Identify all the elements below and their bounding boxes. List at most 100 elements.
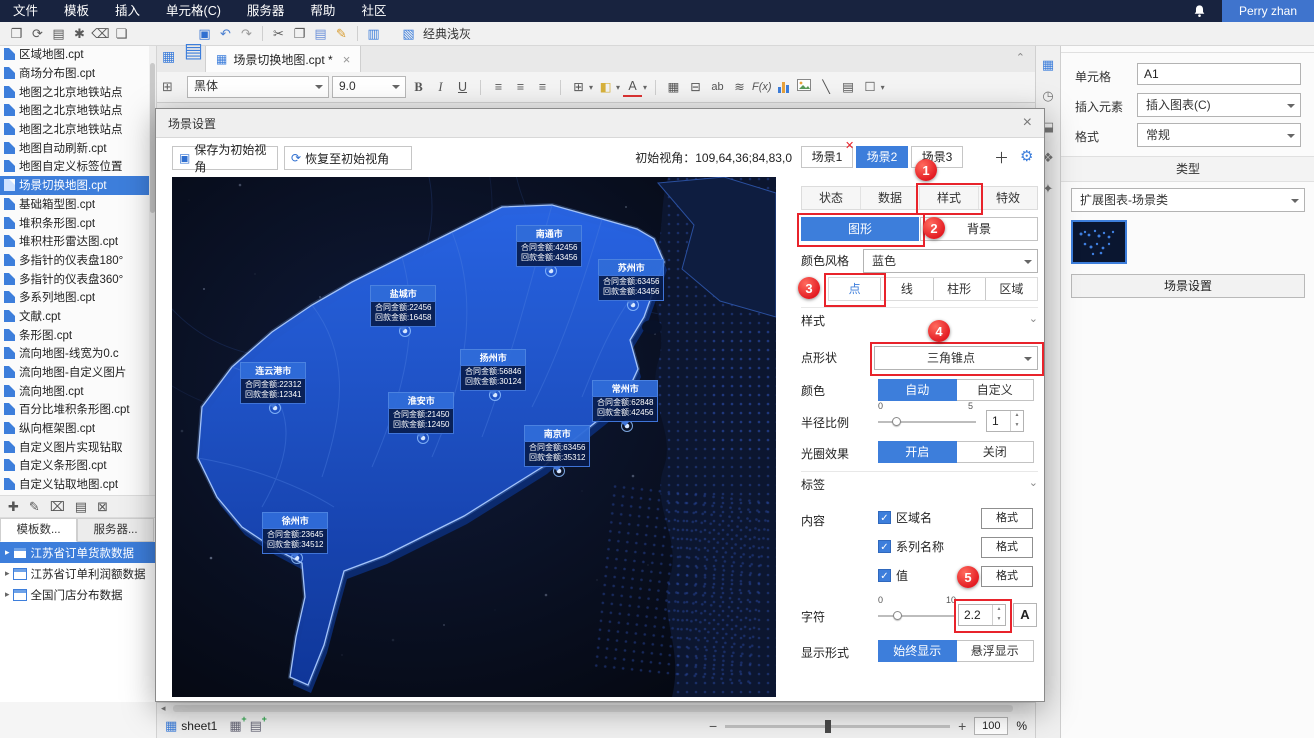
- cut-icon[interactable]: ✂: [268, 23, 289, 45]
- delete-file-icon[interactable]: ⌧: [50, 499, 65, 515]
- file-item[interactable]: 区域地图.cpt: [0, 45, 150, 64]
- map-preview-canvas[interactable]: 南通市 合同金额:42456 回款金额:43456 盐城市 合同金额:22456 回款金额…: [172, 177, 776, 697]
- file-item[interactable]: 自定义钻取地图.cpt: [0, 475, 150, 494]
- clipboard-big-icon[interactable]: ▤: [184, 38, 203, 63]
- font-settings-button[interactable]: A: [1013, 603, 1037, 627]
- font-color-icon[interactable]: A: [623, 77, 643, 97]
- file-item[interactable]: 多系列地图.cpt: [0, 288, 150, 307]
- menu-item-0[interactable]: 文件: [0, 0, 51, 22]
- menu-item-4[interactable]: 服务器: [234, 0, 298, 22]
- format-select[interactable]: 常规: [1137, 123, 1301, 147]
- menu-item-5[interactable]: 帮助: [297, 0, 348, 22]
- file-item[interactable]: 地图之北京地铁站点: [0, 120, 150, 139]
- sheet-tab[interactable]: sheet1: [181, 719, 217, 733]
- file-item[interactable]: 流向地图-自定义图片: [0, 363, 150, 382]
- tab-status[interactable]: 状态: [802, 187, 860, 209]
- cell-grid-icon[interactable]: ▦: [162, 48, 175, 65]
- caret-down-icon[interactable]: ▾: [881, 83, 885, 92]
- add-scene-button[interactable]: ＋: [994, 147, 1009, 168]
- collapse-toolbar-icon[interactable]: ⌃: [1016, 51, 1025, 64]
- grid-icon[interactable]: ⊞: [162, 79, 173, 95]
- redo-icon[interactable]: ↷: [236, 23, 257, 45]
- color-auto-button[interactable]: 自动: [878, 379, 957, 401]
- theme-selector[interactable]: ▧ 经典浅灰: [398, 23, 471, 45]
- add-file-icon[interactable]: ✚: [8, 499, 19, 515]
- caret-down-icon[interactable]: ▾: [643, 83, 647, 92]
- file-item[interactable]: 纵向框架图.cpt: [0, 419, 150, 438]
- insert-shape-icon[interactable]: ╲: [817, 75, 836, 99]
- restore-initial-view-button[interactable]: ⟳ 恢复至初始视角: [284, 146, 412, 170]
- zoom-out-button[interactable]: −: [709, 718, 717, 734]
- wrap-text-icon[interactable]: ab: [708, 75, 727, 99]
- scene-settings-button[interactable]: 场景设置: [1071, 274, 1305, 298]
- spinner-arrows-icon[interactable]: ▲ ▼: [1010, 411, 1023, 431]
- shape-column-button[interactable]: 柱形: [932, 278, 985, 300]
- radius-slider-handle[interactable]: [892, 417, 901, 426]
- file-item[interactable]: 堆积条形图.cpt: [0, 213, 150, 232]
- menu-item-2[interactable]: 插入: [102, 0, 153, 22]
- copy-icon[interactable]: ❐: [289, 23, 310, 45]
- close-tab-icon[interactable]: ×: [343, 52, 351, 67]
- scene-tab-2[interactable]: 场景2: [856, 146, 908, 168]
- align-center-icon[interactable]: ≡: [511, 75, 530, 99]
- caret-down-icon[interactable]: ▾: [616, 83, 620, 92]
- delete-icon[interactable]: ⌫: [90, 23, 111, 45]
- new-window-icon[interactable]: ❒: [6, 23, 27, 45]
- edit-file-icon[interactable]: ✎: [29, 499, 40, 515]
- cell-element-panel-icon[interactable]: ▦: [1042, 57, 1054, 73]
- display-hover-button[interactable]: 悬浮显示: [956, 640, 1034, 662]
- condition-attributes-icon[interactable]: ◷: [1042, 88, 1053, 104]
- expand-icon[interactable]: ▸: [5, 568, 10, 579]
- dataset-item[interactable]: ▸ 江苏省订单利润额数据: [0, 563, 157, 584]
- file-item[interactable]: 场景切换地图.cpt: [0, 175, 150, 195]
- merge-cells-icon[interactable]: ▦: [664, 75, 683, 99]
- file-item[interactable]: 堆积柱形雷达图.cpt: [0, 232, 150, 251]
- widget-library-icon[interactable]: ▤: [839, 75, 858, 99]
- graphic-button[interactable]: 图形: [801, 217, 919, 241]
- preview-icon[interactable]: ▥: [363, 23, 384, 45]
- zoom-slider-handle[interactable]: [825, 719, 832, 733]
- bold-button[interactable]: B: [409, 75, 428, 99]
- tab-template-data[interactable]: 模板数...: [0, 518, 77, 542]
- menu-item-6[interactable]: 社区: [348, 0, 399, 22]
- insert-chart-icon[interactable]: [777, 81, 789, 93]
- dataset-item[interactable]: ▸ 江苏省订单货款数据: [0, 542, 157, 563]
- spinner-arrows-icon[interactable]: ▲ ▼: [992, 605, 1005, 625]
- shape-point-button[interactable]: 点: [829, 278, 880, 300]
- file-item[interactable]: 自定义条形图.cpt: [0, 456, 150, 475]
- display-always-button[interactable]: 始终显示: [878, 640, 957, 662]
- font-size-select[interactable]: 9.0: [332, 76, 406, 98]
- shape-line-button[interactable]: 线: [880, 278, 932, 300]
- horizontal-scrollbar[interactable]: [173, 705, 1013, 712]
- dialog-close-icon[interactable]: ×: [1023, 114, 1032, 132]
- halo-off-button[interactable]: 关闭: [956, 441, 1034, 463]
- preview-file-icon[interactable]: ▤: [75, 499, 87, 515]
- add-chart-sheet-button[interactable]: ▤ +: [250, 714, 267, 734]
- menu-item-3[interactable]: 单元格(C): [153, 0, 234, 22]
- value-checkbox[interactable]: ✓ 值: [878, 567, 908, 584]
- tab-server-data[interactable]: 服务器...: [77, 518, 154, 542]
- document-tab[interactable]: ▦ 场景切换地图.cpt * ×: [205, 45, 362, 72]
- char-size-slider-handle[interactable]: [893, 611, 902, 620]
- add-grid-sheet-button[interactable]: ▦ +: [229, 714, 246, 734]
- tab-data[interactable]: 数据: [860, 187, 919, 209]
- zoom-value[interactable]: 100: [974, 717, 1009, 735]
- align-left-icon[interactable]: ≡: [489, 75, 508, 99]
- more-insert-icon[interactable]: ☐: [861, 75, 880, 99]
- user-badge[interactable]: Perry zhan: [1221, 0, 1314, 22]
- border-icon[interactable]: ⊞: [569, 75, 588, 99]
- expand-icon[interactable]: ▸: [5, 589, 10, 600]
- style-section-header[interactable]: 样式 ⌄: [801, 307, 1038, 329]
- series-format-button[interactable]: 格式: [981, 537, 1033, 558]
- duplicate-icon[interactable]: ❏: [111, 23, 132, 45]
- menu-item-1[interactable]: 模板: [51, 0, 102, 22]
- file-item[interactable]: 地图之北京地铁站点: [0, 101, 150, 120]
- point-shape-select[interactable]: 三角锥点: [874, 346, 1038, 370]
- scroll-left-icon[interactable]: ◂: [161, 703, 166, 714]
- close-file-icon[interactable]: ⊠: [97, 499, 108, 515]
- zoom-slider[interactable]: [725, 719, 951, 733]
- caret-down-icon[interactable]: ▾: [589, 83, 593, 92]
- cell-style-icon[interactable]: ≋: [730, 75, 749, 99]
- paste-icon[interactable]: ▤: [310, 23, 331, 45]
- halo-on-button[interactable]: 开启: [878, 441, 957, 463]
